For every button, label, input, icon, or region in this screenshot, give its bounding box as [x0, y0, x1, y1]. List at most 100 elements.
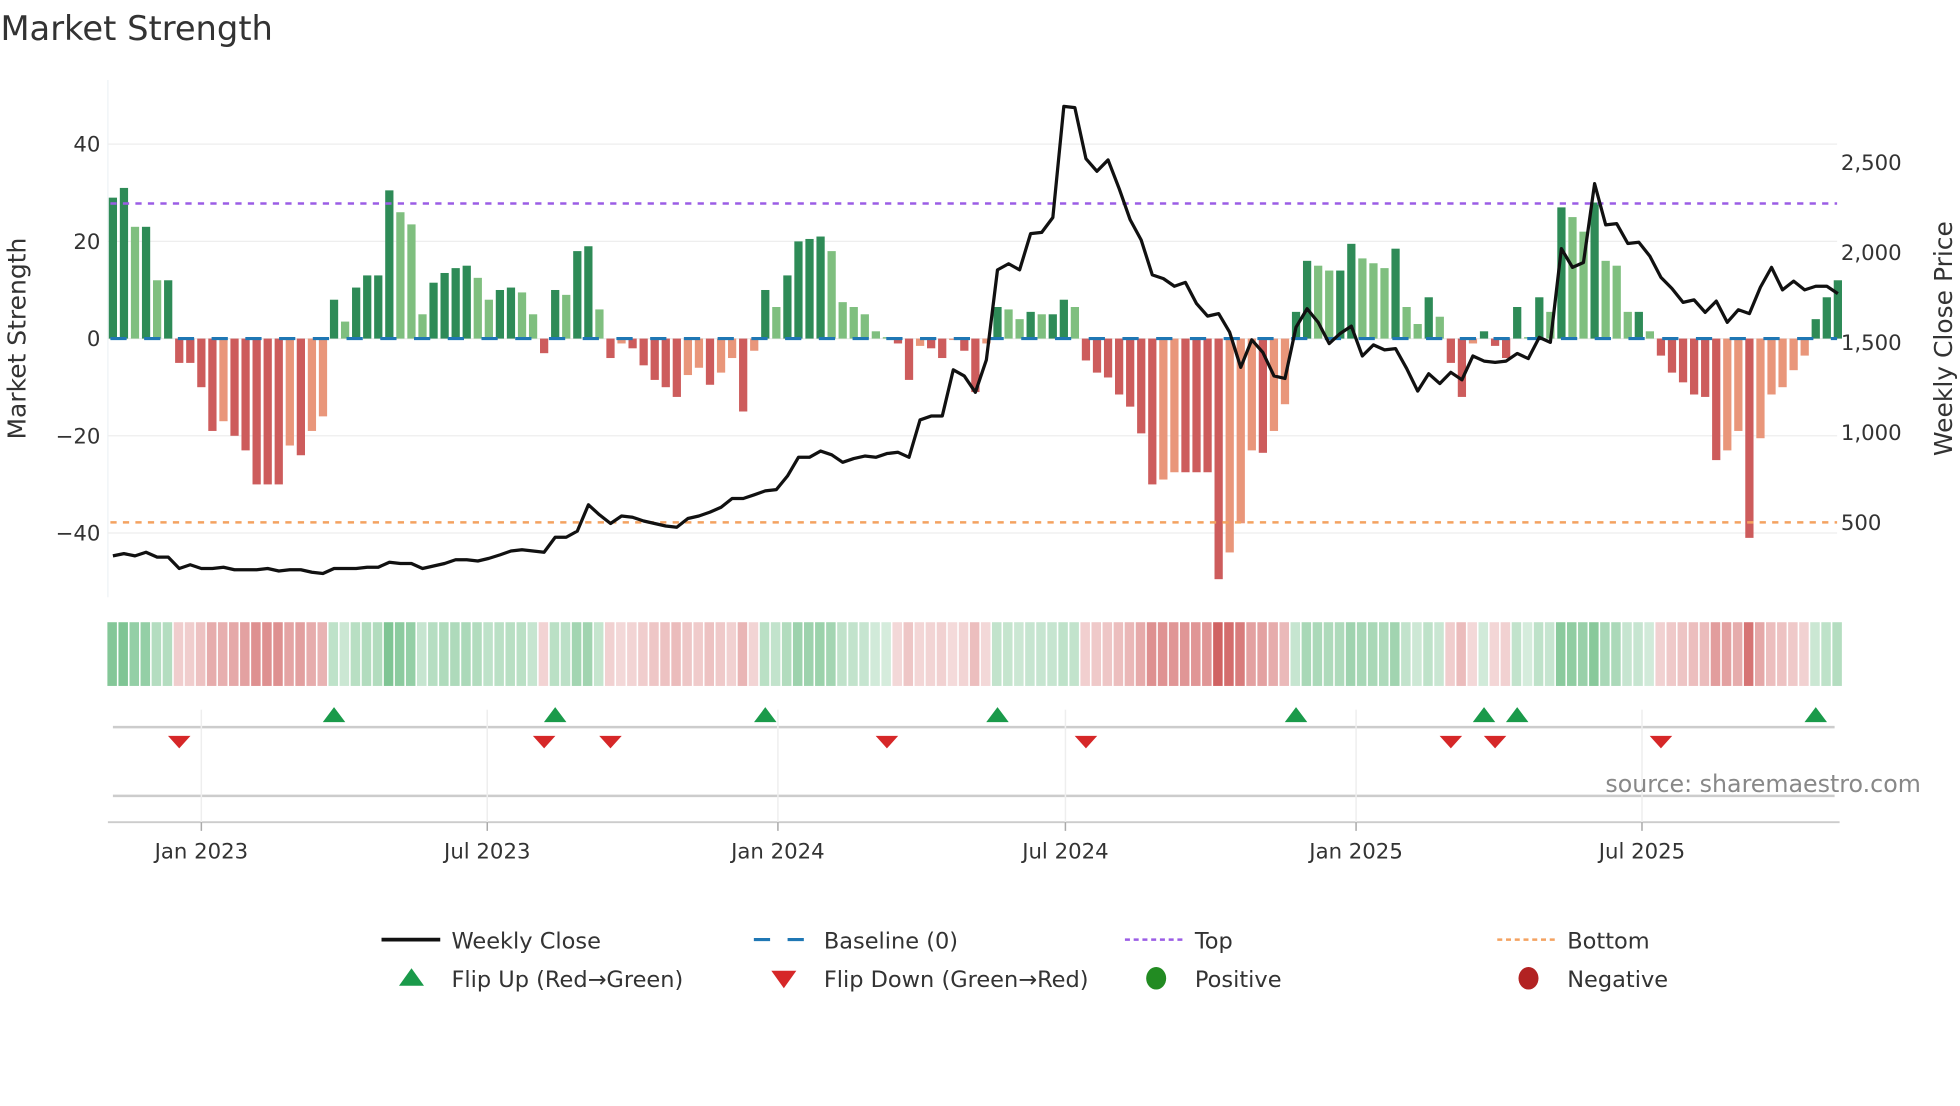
heat-cell	[726, 622, 737, 686]
flip-down-marker	[167, 735, 191, 749]
heat-cell	[616, 622, 626, 686]
heat-cell	[1191, 622, 1201, 686]
legend-item-close[interactable]: Weekly Close	[381, 928, 601, 954]
heat-cell	[737, 622, 748, 686]
heat-cell	[428, 622, 438, 686]
strength-bar	[462, 265, 471, 339]
heat-cell	[262, 622, 272, 686]
heat-cell	[1743, 622, 1754, 686]
strength-bar	[1225, 338, 1234, 553]
heat-cell	[1710, 622, 1721, 686]
strength-bar	[783, 275, 792, 339]
heat-cell	[649, 622, 659, 686]
heat-cell	[682, 622, 692, 686]
heat-cell	[1268, 622, 1278, 686]
strength-bar	[639, 338, 648, 366]
heat-cell	[1025, 622, 1035, 686]
strength-bar	[473, 277, 482, 339]
heat-cell	[1146, 622, 1157, 686]
strength-bars	[108, 187, 1842, 580]
strength-bar	[739, 338, 748, 412]
legend-item-baseline[interactable]: Baseline (0)	[753, 928, 958, 954]
strength-bar	[219, 338, 228, 422]
heat-cell	[417, 622, 427, 686]
x-tick-label: Jul 2023	[442, 839, 530, 864]
strength-bar	[1645, 331, 1655, 339]
strength-bar	[1070, 307, 1080, 339]
heat-cell	[638, 622, 648, 686]
strength-bar	[175, 338, 184, 363]
strength-bar	[1181, 338, 1190, 473]
strength-bar	[307, 338, 317, 431]
legend-item-top[interactable]: Top	[1124, 928, 1233, 954]
heat-cell	[1788, 622, 1798, 686]
strength-bar	[1833, 280, 1842, 339]
legend-item-negative[interactable]: Negative	[1518, 967, 1669, 993]
strength-bar	[484, 299, 493, 339]
strength-bar	[130, 226, 140, 339]
strength-bar	[1634, 311, 1643, 339]
strength-bar	[694, 338, 704, 368]
heat-cell	[339, 622, 350, 686]
strength-bar	[407, 224, 416, 339]
strength-bar	[716, 338, 726, 373]
y2-tick-label: 1,000	[1841, 421, 1902, 446]
strength-bar	[329, 299, 339, 339]
legend-item-flip-up[interactable]: Flip Up (Red→Green)	[399, 967, 683, 993]
legend-item-bottom[interactable]: Bottom	[1497, 928, 1650, 954]
flip-down-marker	[875, 735, 899, 749]
strength-bar	[1778, 338, 1787, 388]
heat-cell	[107, 622, 117, 686]
heat-cell	[1345, 622, 1356, 686]
strength-bar	[816, 236, 825, 339]
strength-bar	[1479, 331, 1489, 339]
heat-cell	[1600, 622, 1610, 686]
y2-tick-label: 2,000	[1841, 241, 1902, 266]
legend-item-flip-down[interactable]: Flip Down (Green→Red)	[771, 967, 1089, 993]
strength-bar	[418, 314, 427, 339]
heat-cell	[1080, 622, 1090, 686]
chart-title: Market Strength	[0, 9, 272, 48]
heat-cell	[582, 622, 593, 686]
positive-dot-icon	[1146, 967, 1167, 990]
strength-bar	[1115, 338, 1124, 395]
strength-bar	[208, 338, 217, 431]
heat-cell	[251, 622, 261, 686]
flip-up-marker	[1804, 707, 1827, 723]
heat-cell	[405, 622, 416, 686]
heat-cell	[1235, 622, 1245, 686]
strength-bar	[119, 187, 129, 339]
strength-bar	[871, 331, 880, 339]
strength-bar	[274, 338, 283, 485]
strength-bar	[1745, 338, 1754, 538]
heat-cell	[837, 622, 847, 686]
legend-item-positive[interactable]: Positive	[1146, 967, 1282, 993]
strength-bar	[794, 241, 803, 339]
flip-down-marker	[1439, 735, 1463, 749]
heat-cell	[715, 622, 726, 686]
heat-cell	[1356, 622, 1367, 686]
source-label: source: sharemaestro.com	[1605, 770, 1920, 798]
legend-label: Flip Up (Red→Green)	[451, 967, 683, 993]
strength-bar	[1159, 338, 1168, 480]
heat-cell	[217, 622, 228, 686]
strength-bar	[1037, 314, 1046, 339]
heat-cell	[571, 622, 582, 686]
strength-bar	[1590, 202, 1599, 339]
flip-down-marker	[1483, 735, 1507, 749]
heat-cell	[792, 622, 803, 686]
strength-bar	[1811, 319, 1820, 339]
heat-cell	[892, 622, 902, 686]
strength-bar	[750, 338, 759, 351]
heat-cell	[1401, 622, 1411, 686]
strength-bar	[230, 338, 239, 436]
strength-bar	[1148, 338, 1157, 485]
heat-cell	[704, 622, 714, 686]
heat-cell	[859, 622, 869, 686]
strength-bar	[672, 338, 681, 397]
heat-cell	[1412, 622, 1422, 686]
strength-bar	[396, 212, 405, 339]
heat-cell	[472, 622, 482, 686]
strength-bar	[1689, 338, 1699, 395]
flip-up-marker	[543, 707, 567, 723]
